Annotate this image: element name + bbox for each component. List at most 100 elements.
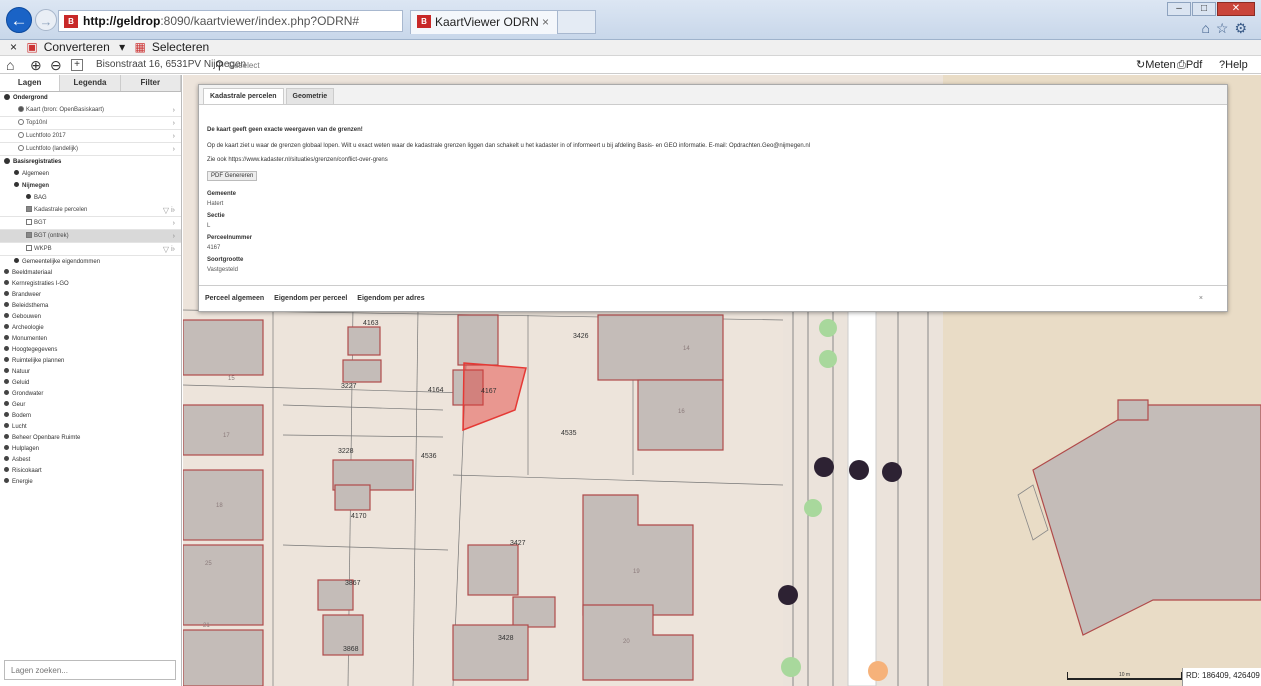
measure-icon: ↻ bbox=[1136, 59, 1146, 71]
checkbox-checked-icon[interactable] bbox=[26, 232, 32, 238]
layer-category[interactable]: Ruimtelijke plannen bbox=[0, 356, 181, 367]
layer-bgt-ontrek[interactable]: BGT (ontrek) › bbox=[0, 230, 181, 243]
home-favorites-settings-icon[interactable]: ⌂☆⚙ bbox=[1201, 20, 1253, 37]
forward-button[interactable]: → bbox=[35, 9, 57, 31]
group-bag[interactable]: BAG bbox=[0, 192, 181, 204]
tab-lagen[interactable]: Lagen bbox=[0, 75, 61, 91]
tab-perceel-algemeen[interactable]: Perceel algemeen bbox=[205, 295, 264, 302]
layer-category[interactable]: Brandweer bbox=[0, 290, 181, 301]
radio-selected-icon[interactable] bbox=[18, 106, 24, 112]
layer-category[interactable]: Bodem bbox=[0, 411, 181, 422]
search-icon[interactable]: ⚲ bbox=[215, 57, 224, 73]
layer-category[interactable]: Asbest bbox=[0, 455, 181, 466]
layer-category[interactable]: Geur bbox=[0, 400, 181, 411]
chevron-right-icon[interactable]: › bbox=[173, 230, 175, 243]
maximize-button[interactable]: □ bbox=[1192, 2, 1216, 16]
chevron-right-icon[interactable]: › bbox=[173, 217, 175, 230]
radio-icon[interactable] bbox=[18, 119, 24, 125]
layers-sidebar: Lagen Legenda Filter Ondergrond Kaart (b… bbox=[0, 75, 182, 686]
full-extent-icon[interactable]: + bbox=[71, 59, 83, 71]
checkbox-icon[interactable] bbox=[26, 219, 32, 225]
group-algemeen[interactable]: Algemeen bbox=[0, 168, 181, 180]
back-button[interactable]: ← bbox=[6, 7, 32, 33]
help-button[interactable]: ?Help bbox=[1219, 57, 1248, 73]
building bbox=[467, 544, 519, 596]
layer-category[interactable]: Hulplagen bbox=[0, 444, 181, 455]
new-tab-button[interactable] bbox=[558, 10, 596, 34]
layer-wkpb[interactable]: WKPB ▽ i› bbox=[0, 243, 181, 256]
layer-category[interactable]: Gebouwen bbox=[0, 312, 181, 323]
category-label: Beleidsthema bbox=[12, 303, 49, 309]
info-icon[interactable]: i› bbox=[171, 243, 175, 256]
layer-bgt[interactable]: BGT › bbox=[0, 217, 181, 230]
select-button[interactable]: Selecteren bbox=[152, 40, 209, 54]
basemap-item[interactable]: Top10nl › bbox=[0, 117, 181, 130]
tab-eigendom-per-adres[interactable]: Eigendom per adres bbox=[357, 295, 424, 302]
home-icon[interactable]: ⌂ bbox=[6, 57, 14, 73]
layer-label: Kadastrale percelen bbox=[34, 207, 88, 213]
layer-category[interactable]: Geluid bbox=[0, 378, 181, 389]
chevron-right-icon[interactable]: › bbox=[173, 143, 175, 156]
parcel-number: 4167 bbox=[481, 388, 497, 395]
info-icon[interactable]: i› bbox=[171, 204, 175, 217]
tab-filter[interactable]: Filter bbox=[120, 75, 181, 91]
layer-category[interactable]: Archeologie bbox=[0, 323, 181, 334]
chevron-right-icon[interactable]: › bbox=[173, 130, 175, 143]
coordinate-readout: RD: 186409, 426409 bbox=[1182, 668, 1261, 686]
close-window-button[interactable]: ✕ bbox=[1217, 2, 1255, 16]
layer-search-input[interactable] bbox=[4, 660, 176, 680]
group-gemeentelijke-eigendommen[interactable]: Gemeentelijke eigendommen bbox=[0, 256, 181, 268]
radio-icon[interactable] bbox=[18, 132, 24, 138]
pdf-generate-button[interactable]: PDF Genereren bbox=[207, 171, 258, 181]
tab-kadastrale-percelen[interactable]: Kadastrale percelen bbox=[203, 88, 284, 104]
browser-tab[interactable]: B KaartViewer ODRN × bbox=[410, 10, 558, 34]
layer-kadastrale-percelen[interactable]: Kadastrale percelen ▽ i› bbox=[0, 204, 181, 217]
chevron-right-icon[interactable]: › bbox=[173, 104, 175, 117]
tab-legenda[interactable]: Legenda bbox=[60, 75, 121, 91]
layer-category[interactable]: Lucht bbox=[0, 422, 181, 433]
basemap-item[interactable]: Kaart (bron: OpenBasiskaart) › bbox=[0, 104, 181, 117]
group-nijmegen[interactable]: Nijmegen bbox=[0, 180, 181, 192]
pdf-label: Pdf bbox=[1185, 59, 1203, 71]
kadaster-link-text[interactable]: Zie ook https://www.kadaster.nl/situatie… bbox=[207, 157, 1219, 163]
search-input[interactable] bbox=[228, 58, 408, 72]
layer-category[interactable]: Natuur bbox=[0, 367, 181, 378]
zoom-out-icon[interactable]: ⊖ bbox=[50, 57, 62, 73]
layer-category[interactable]: Beheer Openbare Ruimte bbox=[0, 433, 181, 444]
tab-close-icon[interactable]: × bbox=[542, 11, 549, 33]
browser-titlebar: ← → B http://geldrop:8090/kaartviewer/in… bbox=[0, 0, 1261, 40]
selected-parcel[interactable] bbox=[462, 362, 527, 432]
address-bar[interactable]: B http://geldrop:8090/kaartviewer/index.… bbox=[58, 10, 403, 32]
layer-category[interactable]: Hoogtegegevens bbox=[0, 345, 181, 356]
pdf-button[interactable]: ⎙Pdf bbox=[1177, 57, 1202, 73]
radio-icon[interactable] bbox=[18, 145, 24, 151]
tab-eigendom-per-perceel[interactable]: Eigendom per perceel bbox=[274, 295, 347, 302]
zoom-in-icon[interactable]: ⊕ bbox=[30, 57, 42, 73]
command-bar-close-icon[interactable]: × bbox=[10, 40, 17, 54]
filter-icon[interactable]: ▽ bbox=[163, 243, 169, 256]
convert-dropdown-icon[interactable]: ▾ bbox=[119, 40, 125, 54]
panel-close-icon[interactable]: × bbox=[1199, 295, 1203, 302]
chevron-right-icon[interactable]: › bbox=[173, 117, 175, 130]
layer-category[interactable]: Monumenten bbox=[0, 334, 181, 345]
layer-category[interactable]: Beeldmateriaal bbox=[0, 268, 181, 279]
basemap-item[interactable]: Luchtfoto 2017 › bbox=[0, 130, 181, 143]
group-basisregistraties[interactable]: Basisregistraties bbox=[0, 156, 181, 168]
layer-category[interactable]: Beleidsthema bbox=[0, 301, 181, 312]
measure-button[interactable]: ↻Meten bbox=[1136, 57, 1176, 73]
checkbox-icon[interactable] bbox=[26, 245, 32, 251]
tab-geometrie[interactable]: Geometrie bbox=[285, 88, 335, 104]
filter-icon[interactable]: ▽ bbox=[163, 204, 169, 217]
checkbox-checked-icon[interactable] bbox=[26, 206, 32, 212]
panel-tabs: Kadastrale percelen Geometrie bbox=[199, 85, 1227, 105]
layer-category[interactable]: Energie bbox=[0, 477, 181, 488]
convert-menu[interactable]: Converteren bbox=[44, 40, 110, 54]
tree-symbol bbox=[819, 319, 837, 337]
minimize-button[interactable]: – bbox=[1167, 2, 1191, 16]
layer-category[interactable]: Grondwater bbox=[0, 389, 181, 400]
parcel-number: 3227 bbox=[341, 383, 357, 390]
layer-category[interactable]: Risicokaart bbox=[0, 466, 181, 477]
group-ondergrond[interactable]: Ondergrond bbox=[0, 92, 181, 104]
layer-category[interactable]: Kernregistraties I-GO bbox=[0, 279, 181, 290]
basemap-item[interactable]: Luchtfoto (landelijk) › bbox=[0, 143, 181, 156]
